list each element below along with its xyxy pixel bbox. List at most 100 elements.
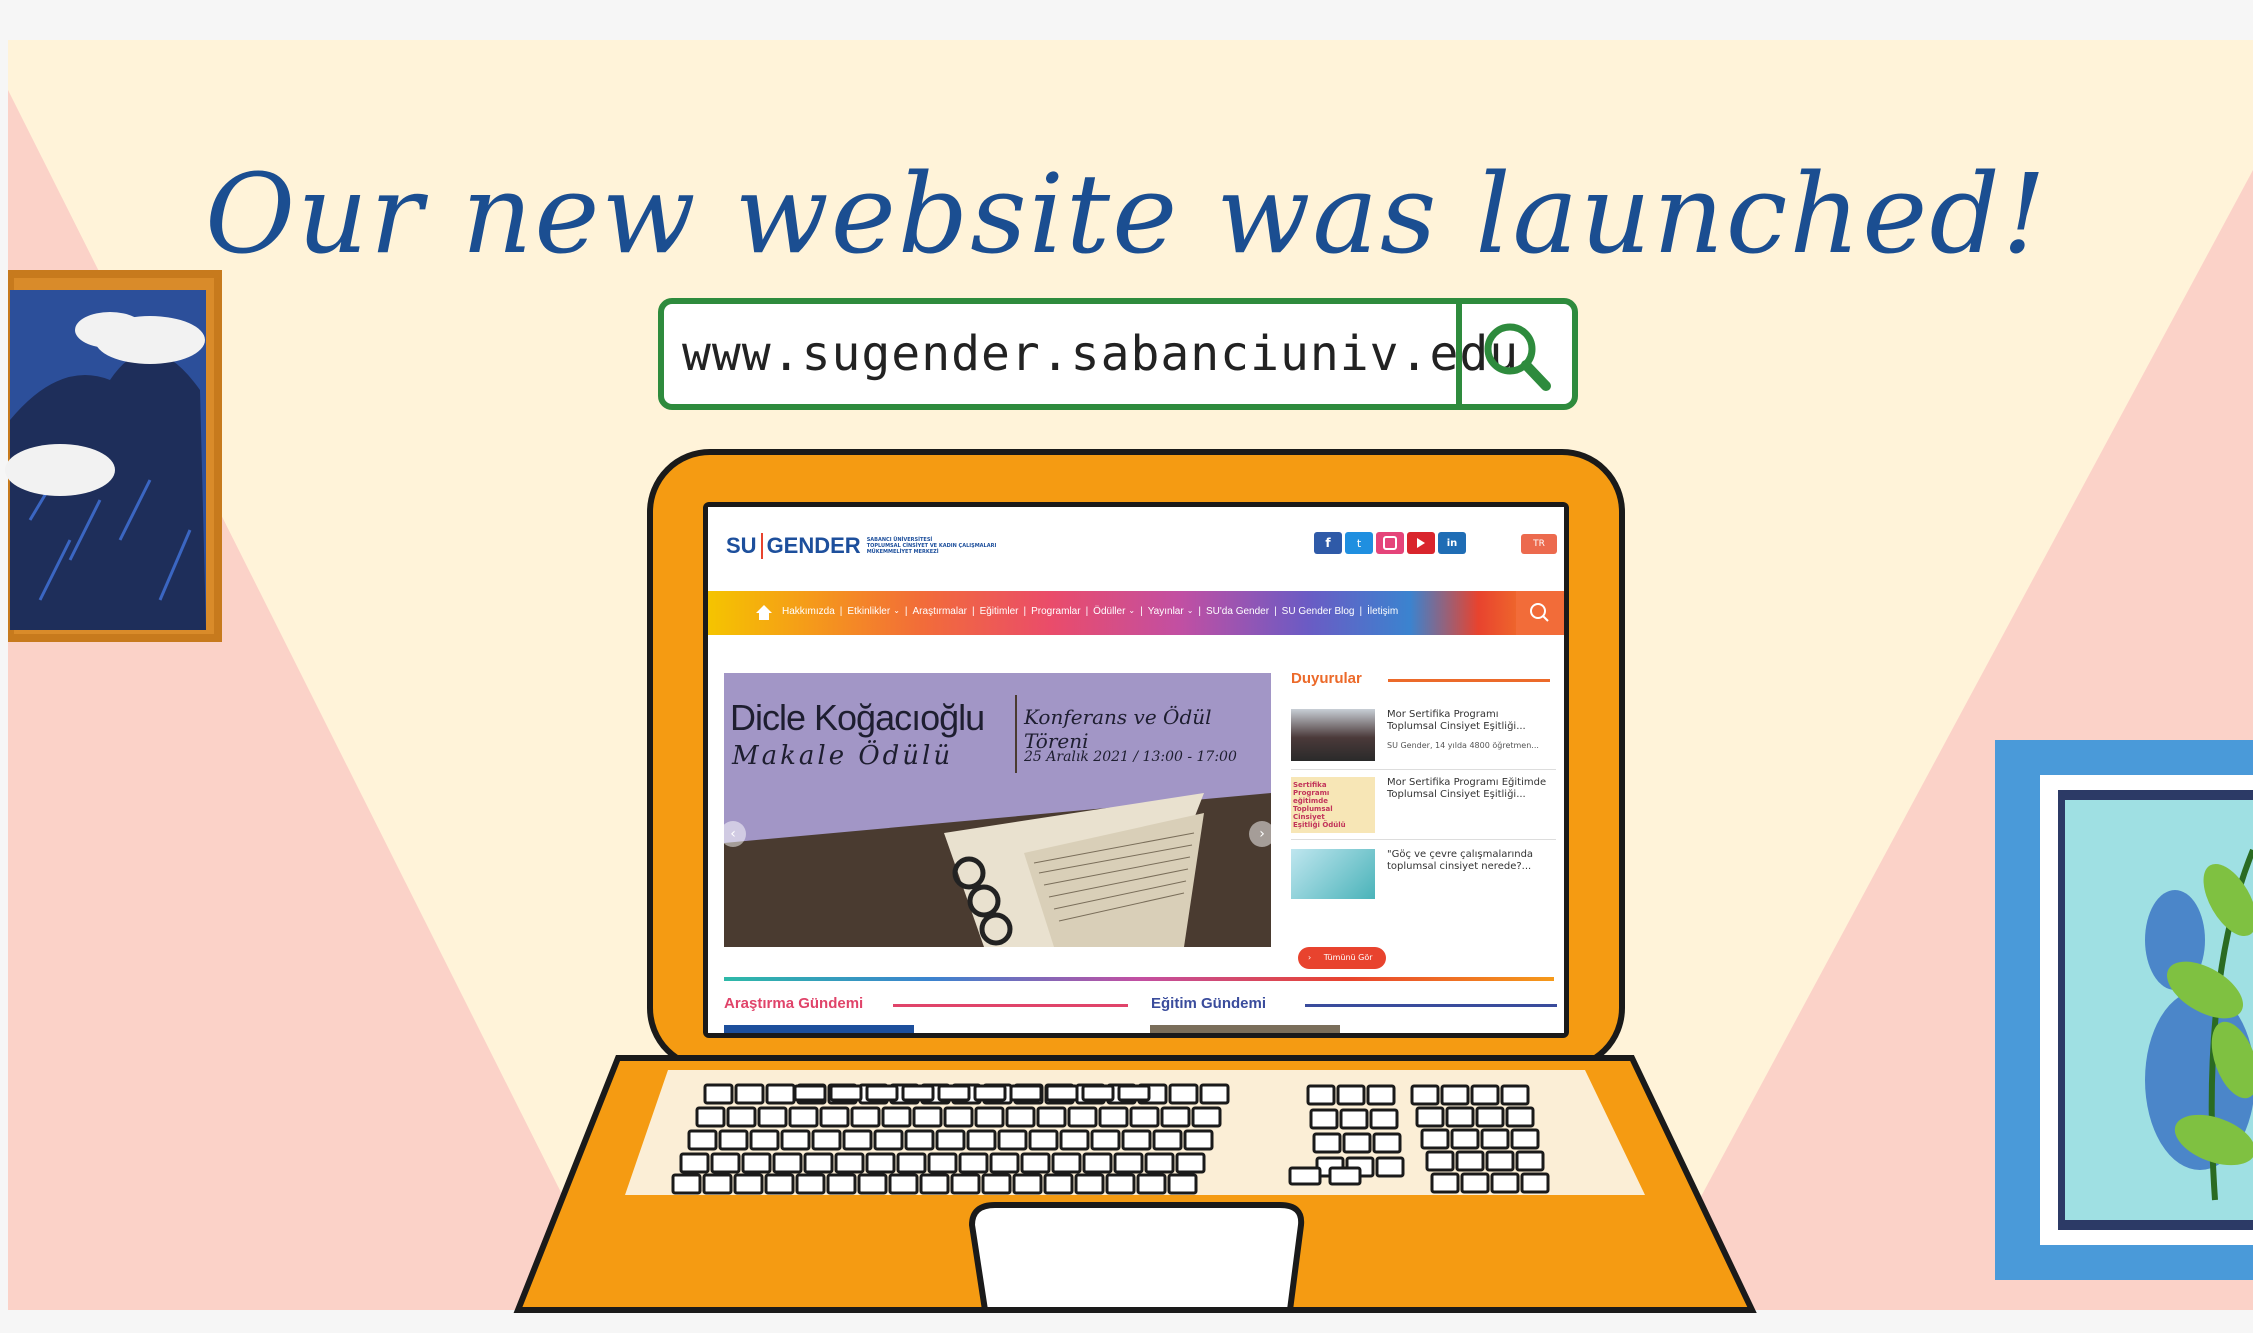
home-icon[interactable] bbox=[756, 605, 772, 613]
banner-date: 25 Aralık 2021 / 13:00 - 17:00 bbox=[1024, 749, 1237, 765]
headline: Our new website was launched! bbox=[205, 150, 2048, 278]
keyboard-key bbox=[1369, 1108, 1399, 1130]
nav-separator: | bbox=[1198, 606, 1201, 617]
announcements-rule bbox=[1388, 679, 1550, 682]
keyboard-key bbox=[1490, 1172, 1520, 1194]
instagram-icon[interactable] bbox=[1376, 532, 1404, 554]
keyboard-key bbox=[1012, 1173, 1043, 1195]
announcement-item[interactable]: "Göç ve çevre çalışmalarında toplumsal c… bbox=[1291, 849, 1556, 905]
keyboard-key bbox=[834, 1152, 865, 1174]
keyboard-key bbox=[1440, 1084, 1470, 1106]
keyboard-key bbox=[1191, 1106, 1222, 1128]
keyboard-key bbox=[1372, 1132, 1402, 1154]
keyboard-key bbox=[795, 1173, 826, 1195]
keyboard-key bbox=[842, 1129, 873, 1151]
keyboard-key bbox=[1028, 1129, 1059, 1151]
keyboard-key bbox=[793, 1084, 827, 1102]
keyboard-key bbox=[873, 1129, 904, 1151]
site-logo[interactable]: SU GENDER SABANCI ÜNİVERSİTESİ TOPLUMSAL… bbox=[726, 533, 996, 559]
linkedin-icon[interactable]: in bbox=[1438, 532, 1466, 554]
nav-separator: | bbox=[904, 606, 908, 617]
nav-separator: | bbox=[1359, 606, 1363, 617]
announcement-thumb-3 bbox=[1291, 849, 1375, 899]
keyboard-key bbox=[950, 1173, 981, 1195]
chevron-down-icon: ⌄ bbox=[1128, 606, 1136, 615]
facebook-icon[interactable]: f bbox=[1314, 532, 1342, 554]
youtube-icon[interactable] bbox=[1407, 532, 1435, 554]
nav-separator: | bbox=[839, 606, 843, 617]
chevron-down-icon: ⌄ bbox=[1186, 606, 1194, 615]
nav-separator: | bbox=[1140, 606, 1143, 617]
language-button[interactable]: TR bbox=[1521, 534, 1557, 554]
nav-item[interactable]: Araştırmalar bbox=[913, 606, 967, 617]
keyboard-key bbox=[937, 1084, 971, 1102]
keyboard-key bbox=[703, 1083, 734, 1105]
keyboard-key bbox=[1306, 1084, 1336, 1106]
banner-award: Makale Ödülü bbox=[732, 741, 954, 771]
url-bar[interactable]: www.sugender.sabanciuniv.edu bbox=[658, 298, 1578, 410]
keyboard-key bbox=[1510, 1128, 1540, 1150]
nav-item[interactable]: Ödüller bbox=[1093, 606, 1125, 617]
keyboard-key bbox=[973, 1084, 1007, 1102]
keyboard-key bbox=[1005, 1106, 1036, 1128]
keyboard-key bbox=[1036, 1106, 1067, 1128]
keyboard-key bbox=[826, 1173, 857, 1195]
nav-item[interactable]: Yayınlar bbox=[1148, 606, 1184, 617]
announcements-title: Duyurular bbox=[1291, 670, 1362, 687]
nav-bar: Hakkımızda | Etkinlikler ⌄ | Araştırmalar | Eği… bbox=[708, 591, 1564, 635]
keyboard-key bbox=[803, 1152, 834, 1174]
nav-item[interactable]: SU'da Gender bbox=[1206, 606, 1269, 617]
keyboard-key bbox=[974, 1106, 1005, 1128]
section-right-title: Eğitim Gündemi bbox=[1151, 995, 1267, 1012]
keyboard-key bbox=[1067, 1106, 1098, 1128]
promo-graphic: Our new website was launched! www.sugend… bbox=[0, 0, 2253, 1333]
keyboard-key bbox=[881, 1106, 912, 1128]
announcement-title-2: Toplumsal Cinsiyet Eşitliği... bbox=[1387, 721, 1526, 732]
nav-item[interactable]: Eğitimler bbox=[980, 606, 1019, 617]
keyboard-key bbox=[1445, 1106, 1475, 1128]
keyboard-key bbox=[1470, 1084, 1500, 1106]
nav-item[interactable]: Hakkımızda bbox=[782, 606, 835, 617]
announcement-item[interactable]: Sertifika Programı eğitimde Toplumsal Ci… bbox=[1291, 777, 1556, 840]
keyboard-key bbox=[1480, 1128, 1510, 1150]
logo-sub-3: MÜKEMMELİYET MERKEZİ bbox=[866, 549, 939, 555]
nav-item[interactable]: İletişim bbox=[1367, 606, 1398, 617]
keyboard-key bbox=[1515, 1150, 1545, 1172]
nav-separator: | bbox=[1023, 606, 1027, 617]
announcement-thumb-2: Sertifika Programı eğitimde Toplumsal Ci… bbox=[1291, 777, 1375, 833]
keyboard-key bbox=[1342, 1132, 1372, 1154]
keyboard-key bbox=[1098, 1106, 1129, 1128]
twitter-icon[interactable]: t bbox=[1345, 532, 1373, 554]
keyboard-key bbox=[1505, 1106, 1535, 1128]
chevron-right-icon: › bbox=[1308, 953, 1312, 962]
announcement-item[interactable]: Mor Sertifika Programı Toplumsal Cinsiye… bbox=[1291, 709, 1556, 770]
keyboard-key bbox=[1339, 1108, 1369, 1130]
search-icon[interactable] bbox=[1462, 304, 1572, 404]
logo-gender: GENDER bbox=[766, 533, 861, 558]
keyboard-key bbox=[865, 1152, 896, 1174]
carousel-next-icon[interactable]: › bbox=[1249, 821, 1271, 847]
keyboard-key bbox=[1152, 1129, 1183, 1151]
keyboard-key bbox=[1105, 1173, 1136, 1195]
announcement-title-2: Toplumsal Cinsiyet Eşitliği... bbox=[1387, 789, 1526, 800]
see-all-button[interactable]: › Tümünü Gör bbox=[1298, 947, 1386, 969]
nav-item[interactable]: Programlar bbox=[1031, 606, 1080, 617]
hero-banner[interactable]: Dicle Koğacıoğlu Makale Ödülü Konferans … bbox=[724, 673, 1271, 947]
keyboard-key bbox=[1309, 1108, 1339, 1130]
nav-search-icon[interactable] bbox=[1516, 591, 1564, 635]
keyboard-key bbox=[1113, 1152, 1144, 1174]
keyboard-key bbox=[1045, 1084, 1079, 1102]
nav-item[interactable]: Etkinlikler bbox=[847, 606, 890, 617]
keyboard-key bbox=[901, 1084, 935, 1102]
keyboard-key bbox=[1043, 1173, 1074, 1195]
keyboard-key bbox=[757, 1106, 788, 1128]
keyboard-key bbox=[927, 1152, 958, 1174]
thumb-2-text: Sertifika Programı eğitimde Toplumsal Ci… bbox=[1293, 781, 1346, 829]
keyboard-key bbox=[764, 1173, 795, 1195]
nav-item[interactable]: SU Gender Blog bbox=[1282, 606, 1355, 617]
painting-plant-icon bbox=[1995, 740, 2253, 1280]
painting-mountain-icon bbox=[5, 270, 222, 642]
keyboard-key bbox=[857, 1173, 888, 1195]
chevron-down-icon: ⌄ bbox=[893, 606, 900, 615]
logo-su: SU bbox=[726, 533, 757, 558]
